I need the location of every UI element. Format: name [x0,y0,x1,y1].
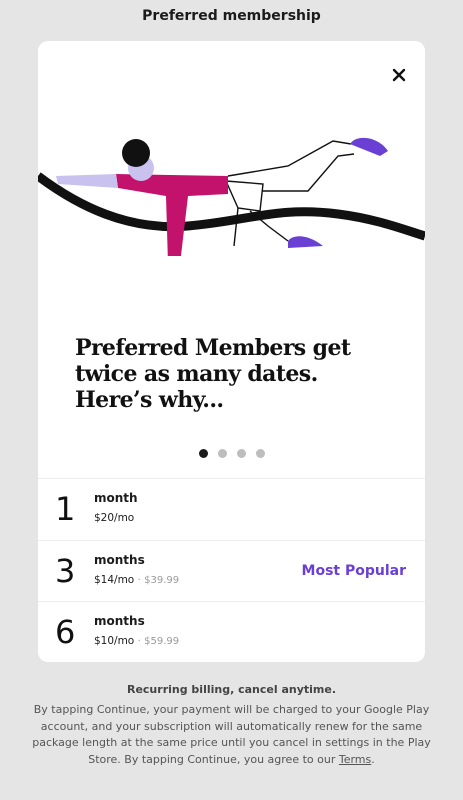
plan-list: 1 month $20/mo 3 months $14/mo · $39.99 … [38,478,425,662]
carousel-dot-4[interactable] [255,449,265,458]
shorts [224,180,264,212]
plan-duration-number: 6 [55,613,76,651]
carousel-dot-3[interactable] [236,449,246,458]
back-sock [350,137,388,156]
plan-original-price: $39.99 [144,574,180,586]
membership-card: Preferred Members get twice as many date… [38,41,425,662]
plan-duration-number: 1 [55,490,76,528]
plan-duration-number: 3 [55,551,76,590]
plan-monthly-price: $10/mo [94,635,135,647]
plan-duration-unit: months [94,614,145,628]
plan-original-price: $59.99 [144,636,180,647]
billing-suffix: . [371,752,375,766]
plan-price: $10/mo · $59.99 [94,635,179,647]
close-icon [392,68,406,82]
billing-title: Recurring billing, cancel anytime. [126,683,337,696]
close-button[interactable] [391,67,407,83]
page-title: Preferred membership [142,8,321,24]
plan-option-6-months[interactable]: 6 months $10/mo · $59.99 [38,601,425,662]
extended-arm [56,174,118,188]
carousel-dot-2[interactable] [217,449,227,458]
plan-monthly-price: $20/mo [94,512,135,524]
hair [122,139,150,167]
plan-price: $20/mo [94,512,134,524]
most-popular-badge: Most Popular [301,562,406,579]
separator-dot: · [137,636,141,647]
plan-duration-unit: months [94,552,145,567]
carousel-dot-1[interactable] [198,449,208,458]
leg-outline [227,140,352,177]
shirt [116,174,228,256]
terms-link[interactable]: Terms [339,753,371,766]
front-sock [288,236,323,248]
yoga-illustration [38,137,425,256]
headline: Preferred Members get twice as many date… [75,335,351,413]
plan-duration-unit: month [94,491,138,505]
separator-dot: · [137,574,141,586]
carousel-dots [38,449,425,458]
billing-disclaimer: By tapping Continue, your payment will b… [30,702,433,768]
plan-option-1-month[interactable]: 1 month $20/mo [38,478,425,540]
plan-monthly-price: $14/mo [94,573,135,586]
plan-price: $14/mo · $39.99 [94,574,179,586]
plan-option-3-months[interactable]: 3 months $14/mo · $39.99 Most Popular [38,539,425,602]
